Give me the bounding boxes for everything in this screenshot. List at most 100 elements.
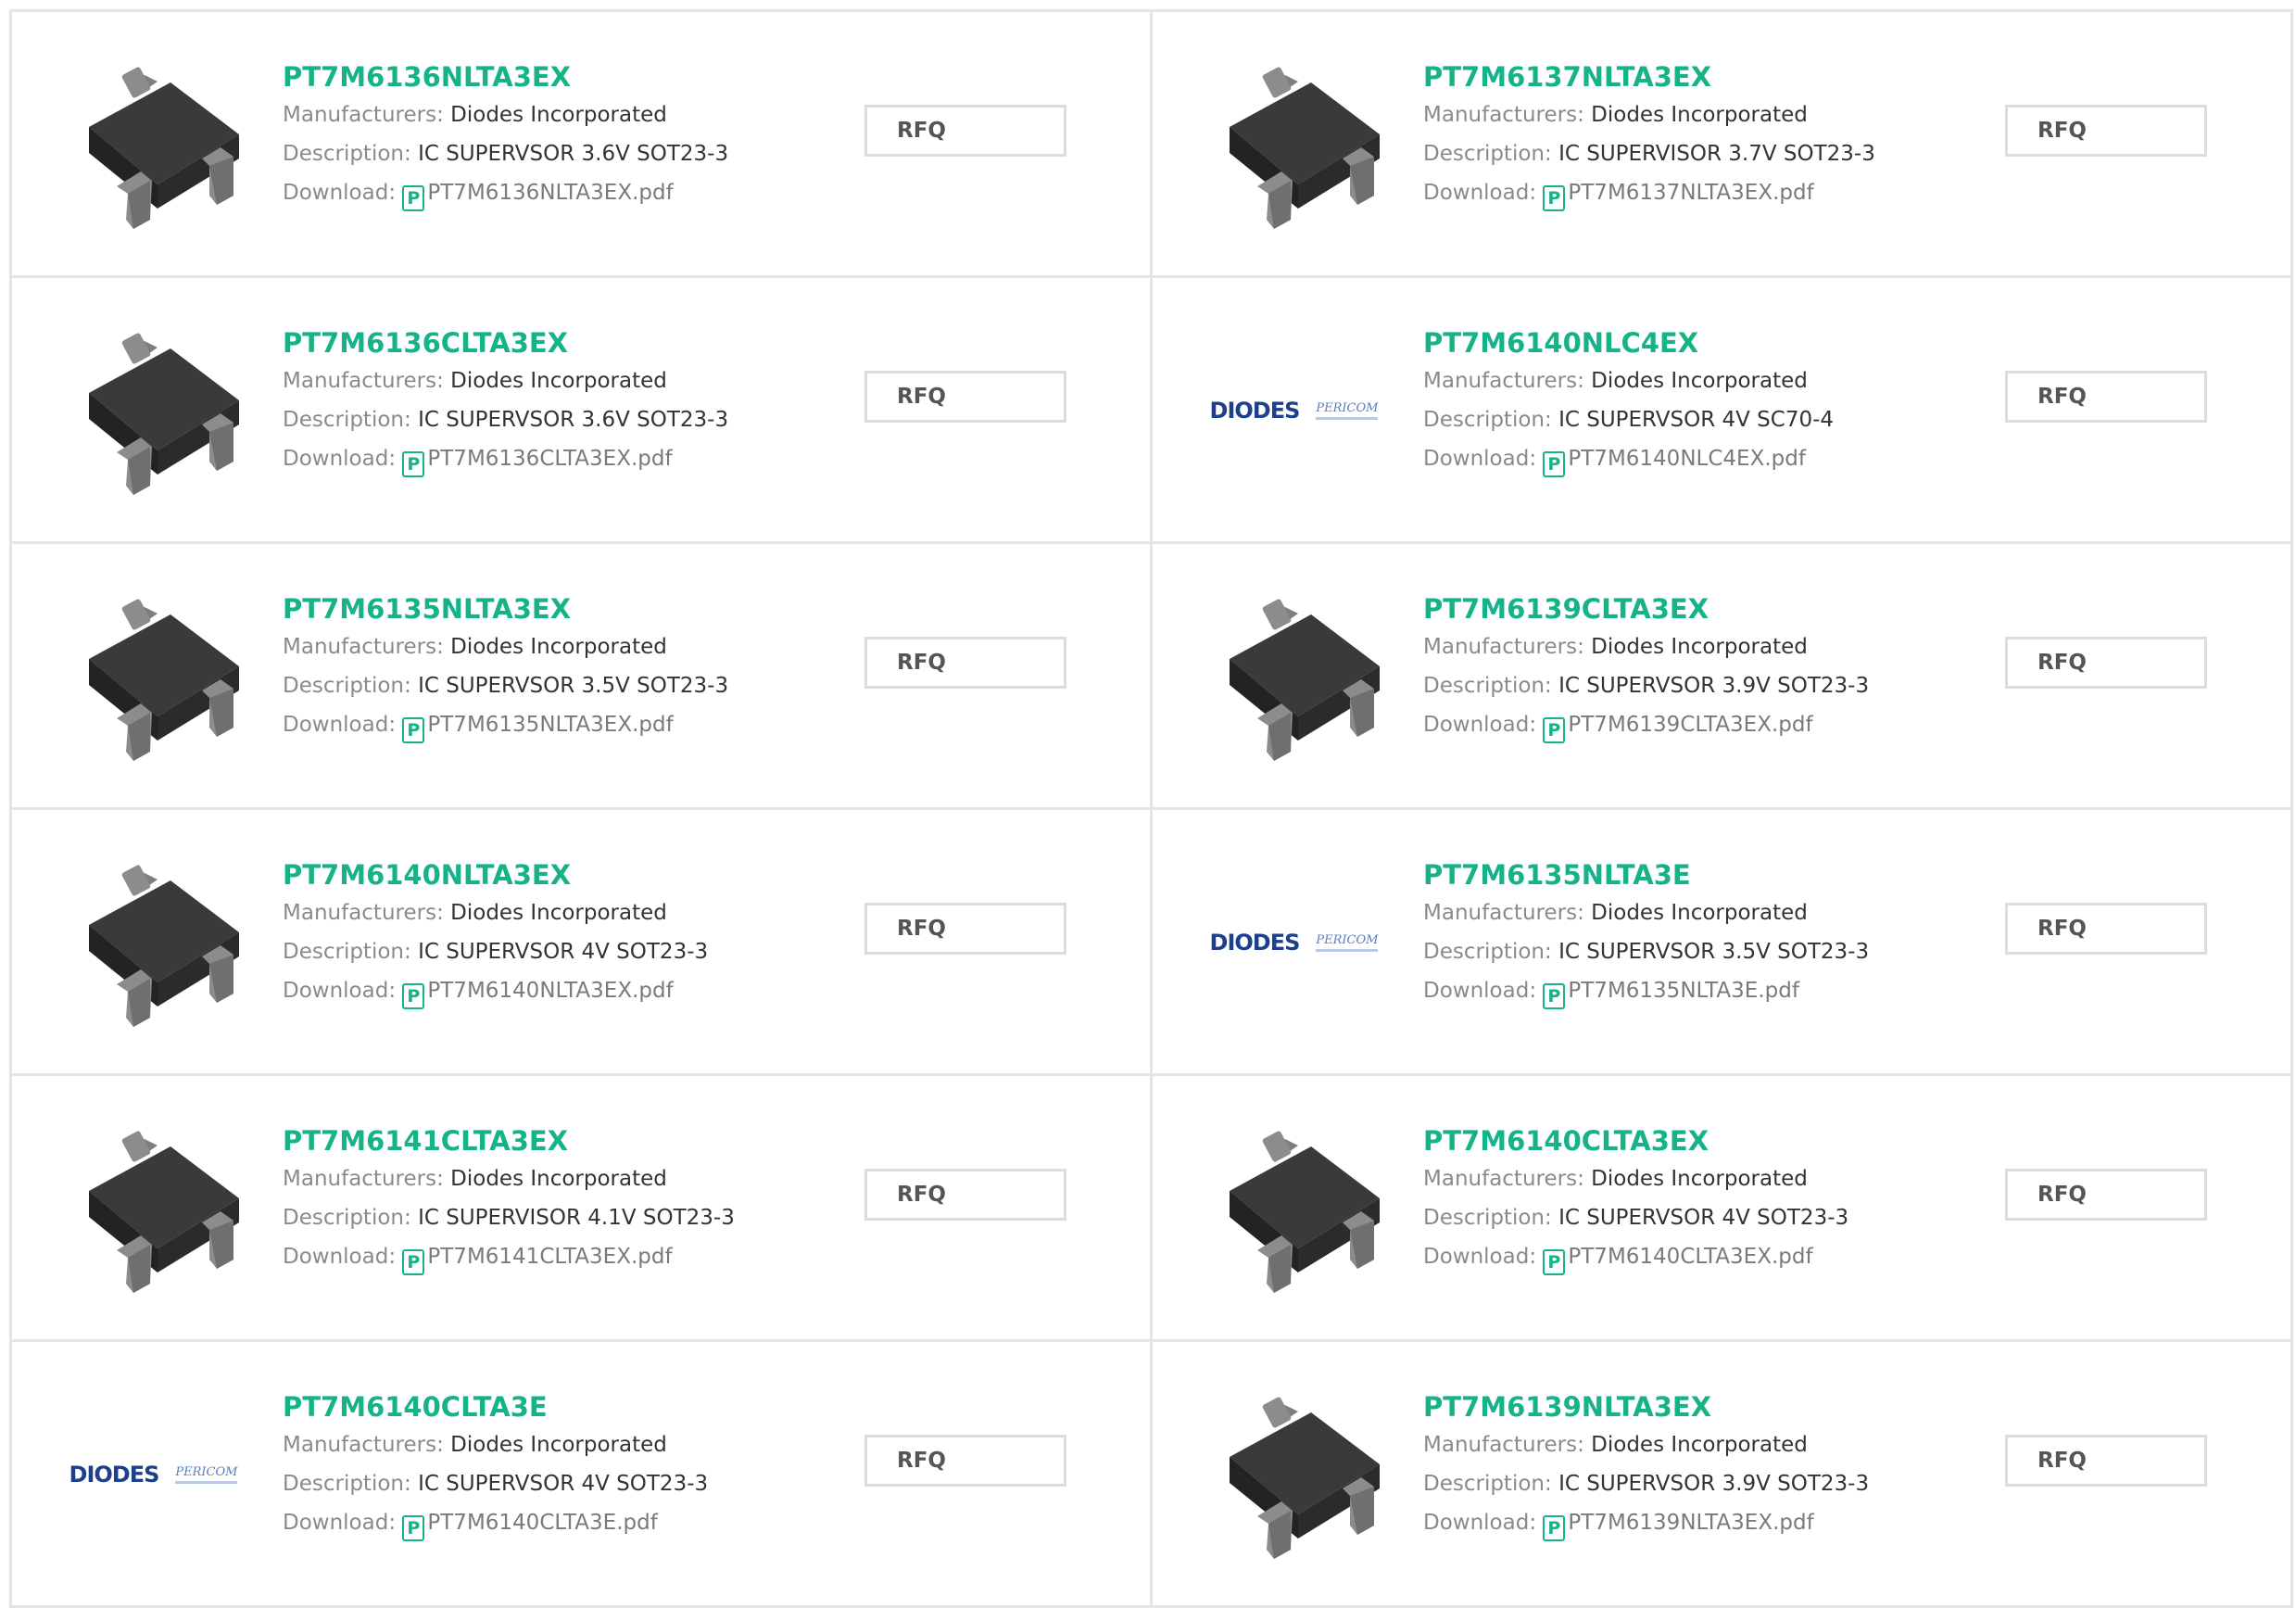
sot23-chip-image[interactable] — [1199, 1113, 1389, 1303]
download-row: Download: P PT7M6135NLTA3EX.pdf — [283, 705, 728, 744]
manufacturer-value: Diodes Incorporated — [1591, 901, 1808, 925]
description-value: IC SUPERVSOR 3.5V SOT23-3 — [1558, 940, 1870, 964]
datasheet-link[interactable]: PT7M6135NLTA3EX.pdf — [427, 713, 673, 737]
manufacturer-value: Diodes Incorporated — [450, 1167, 667, 1191]
product-info: PT7M6140CLTA3E Manufacturers: Diodes Inc… — [283, 1388, 708, 1542]
datasheet-link[interactable]: PT7M6141CLTA3EX.pdf — [427, 1245, 672, 1269]
manufacturer-row: Manufacturers: Diodes Incorporated — [1423, 627, 1869, 666]
rfq-button[interactable]: RFQ — [864, 371, 1066, 423]
description-value: IC SUPERVISOR 4.1V SOT23-3 — [418, 1206, 735, 1230]
pdf-icon[interactable]: P — [1543, 1515, 1566, 1541]
rfq-button[interactable]: RFQ — [2005, 1169, 2207, 1221]
pdf-icon[interactable]: P — [1543, 1249, 1566, 1275]
datasheet-link[interactable]: PT7M6136CLTA3EX.pdf — [427, 447, 672, 471]
sot23-chip-image[interactable] — [58, 49, 248, 239]
manufacturer-row: Manufacturers: Diodes Incorporated — [1423, 361, 1834, 400]
datasheet-link[interactable]: PT7M6135NLTA3E.pdf — [1568, 979, 1799, 1003]
pdf-icon[interactable]: P — [402, 717, 425, 743]
rfq-button[interactable]: RFQ — [864, 1169, 1066, 1221]
pdf-icon[interactable]: P — [1543, 717, 1566, 743]
sot23-chip-image[interactable] — [58, 1113, 248, 1303]
pdf-icon[interactable]: P — [402, 185, 425, 211]
product-card: DIODES PERICOM PT7M6140CLTA3E Manufactur… — [12, 1342, 1153, 1608]
datasheet-link[interactable]: PT7M6136NLTA3EX.pdf — [427, 181, 673, 205]
rfq-button[interactable]: RFQ — [2005, 105, 2207, 157]
pdf-icon[interactable]: P — [402, 983, 425, 1009]
part-number-link[interactable]: PT7M6140NLTA3EX — [283, 856, 708, 893]
datasheet-link[interactable]: PT7M6140NLTA3EX.pdf — [427, 979, 673, 1003]
datasheet-link[interactable]: PT7M6140NLC4EX.pdf — [1568, 447, 1806, 471]
datasheet-link[interactable]: PT7M6140CLTA3E.pdf — [427, 1511, 657, 1535]
manufacturers-label: Manufacturers: — [1423, 103, 1584, 127]
datasheet-link[interactable]: PT7M6140CLTA3EX.pdf — [1568, 1245, 1812, 1269]
sot23-chip-image[interactable] — [58, 581, 248, 771]
description-label: Description: — [283, 408, 411, 432]
download-row: Download: P PT7M6140CLTA3E.pdf — [283, 1503, 708, 1542]
rfq-button[interactable]: RFQ — [864, 1435, 1066, 1487]
part-number-link[interactable]: PT7M6135NLTA3EX — [283, 590, 728, 627]
part-number-link[interactable]: PT7M6139NLTA3EX — [1423, 1388, 1869, 1425]
part-number-link[interactable]: PT7M6139CLTA3EX — [1423, 590, 1869, 627]
part-number-link[interactable]: PT7M6135NLTA3E — [1423, 856, 1869, 893]
manufacturer-row: Manufacturers: Diodes Incorporated — [1423, 1425, 1869, 1464]
rfq-button[interactable]: RFQ — [864, 105, 1066, 157]
pdf-icon[interactable]: P — [402, 1249, 425, 1275]
description-row: Description: IC SUPERVSOR 4V SC70-4 — [1423, 400, 1834, 439]
manufacturers-label: Manufacturers: — [283, 369, 444, 393]
sot23-chip-image[interactable] — [1199, 49, 1389, 239]
rfq-button[interactable]: RFQ — [864, 903, 1066, 955]
pdf-icon[interactable]: P — [1543, 983, 1566, 1009]
part-number-link[interactable]: PT7M6140CLTA3EX — [1423, 1122, 1848, 1159]
diodes-pericom-logo[interactable]: DIODES PERICOM — [1199, 847, 1389, 1037]
product-info: PT7M6135NLTA3E Manufacturers: Diodes Inc… — [1423, 856, 1869, 1010]
description-label: Description: — [1423, 674, 1552, 698]
download-label: Download: — [283, 713, 397, 737]
diodes-pericom-logo[interactable]: DIODES PERICOM — [1199, 315, 1389, 505]
rfq-button[interactable]: RFQ — [2005, 903, 2207, 955]
manufacturers-label: Manufacturers: — [1423, 635, 1584, 659]
pericom-wordmark: PERICOM — [1316, 401, 1379, 420]
datasheet-link[interactable]: PT7M6137NLTA3EX.pdf — [1568, 181, 1813, 205]
download-row: Download: P PT7M6139NLTA3EX.pdf — [1423, 1503, 1869, 1542]
part-number-link[interactable]: PT7M6140NLC4EX — [1423, 324, 1834, 361]
part-number-link[interactable]: PT7M6137NLTA3EX — [1423, 58, 1875, 95]
datasheet-link[interactable]: PT7M6139NLTA3EX.pdf — [1568, 1511, 1813, 1535]
download-row: Download: P PT7M6137NLTA3EX.pdf — [1423, 173, 1875, 212]
datasheet-link[interactable]: PT7M6139CLTA3EX.pdf — [1568, 713, 1812, 737]
download-label: Download: — [1423, 1245, 1537, 1269]
manufacturers-label: Manufacturers: — [1423, 1167, 1584, 1191]
part-number-link[interactable]: PT7M6136CLTA3EX — [283, 324, 728, 361]
part-number-link[interactable]: PT7M6140CLTA3E — [283, 1388, 708, 1425]
rfq-button[interactable]: RFQ — [2005, 637, 2207, 689]
rfq-button[interactable]: RFQ — [864, 637, 1066, 689]
rfq-button[interactable]: RFQ — [2005, 1435, 2207, 1487]
manufacturers-label: Manufacturers: — [1423, 901, 1584, 925]
pdf-icon[interactable]: P — [402, 1515, 425, 1541]
description-label: Description: — [283, 1206, 411, 1230]
manufacturer-value: Diodes Incorporated — [1591, 635, 1808, 659]
diodes-pericom-logo[interactable]: DIODES PERICOM — [58, 1379, 248, 1569]
product-info: PT7M6141CLTA3EX Manufacturers: Diodes In… — [283, 1122, 735, 1276]
description-value: IC SUPERVSOR 3.6V SOT23-3 — [418, 408, 729, 432]
manufacturers-label: Manufacturers: — [1423, 1433, 1584, 1457]
sot23-chip-image[interactable] — [58, 847, 248, 1037]
product-card: PT7M6137NLTA3EX Manufacturers: Diodes In… — [1153, 12, 2293, 278]
manufacturers-label: Manufacturers: — [283, 1167, 444, 1191]
sot23-chip-image[interactable] — [1199, 581, 1389, 771]
sot23-chip-image[interactable] — [1199, 1379, 1389, 1569]
download-row: Download: P PT7M6135NLTA3E.pdf — [1423, 971, 1869, 1010]
pdf-icon[interactable]: P — [1543, 451, 1566, 477]
part-number-link[interactable]: PT7M6136NLTA3EX — [283, 58, 728, 95]
product-card: DIODES PERICOM PT7M6135NLTA3E Manufactur… — [1153, 810, 2293, 1076]
diodes-wordmark: DIODES — [1209, 397, 1301, 424]
download-row: Download: P PT7M6140NLC4EX.pdf — [1423, 439, 1834, 478]
rfq-button[interactable]: RFQ — [2005, 371, 2207, 423]
manufacturer-value: Diodes Incorporated — [450, 901, 667, 925]
description-label: Description: — [283, 142, 411, 166]
pdf-icon[interactable]: P — [1543, 185, 1566, 211]
part-number-link[interactable]: PT7M6141CLTA3EX — [283, 1122, 735, 1159]
product-card: PT7M6139NLTA3EX Manufacturers: Diodes In… — [1153, 1342, 2293, 1608]
download-row: Download: P PT7M6136NLTA3EX.pdf — [283, 173, 728, 212]
pdf-icon[interactable]: P — [402, 451, 425, 477]
sot23-chip-image[interactable] — [58, 315, 248, 505]
